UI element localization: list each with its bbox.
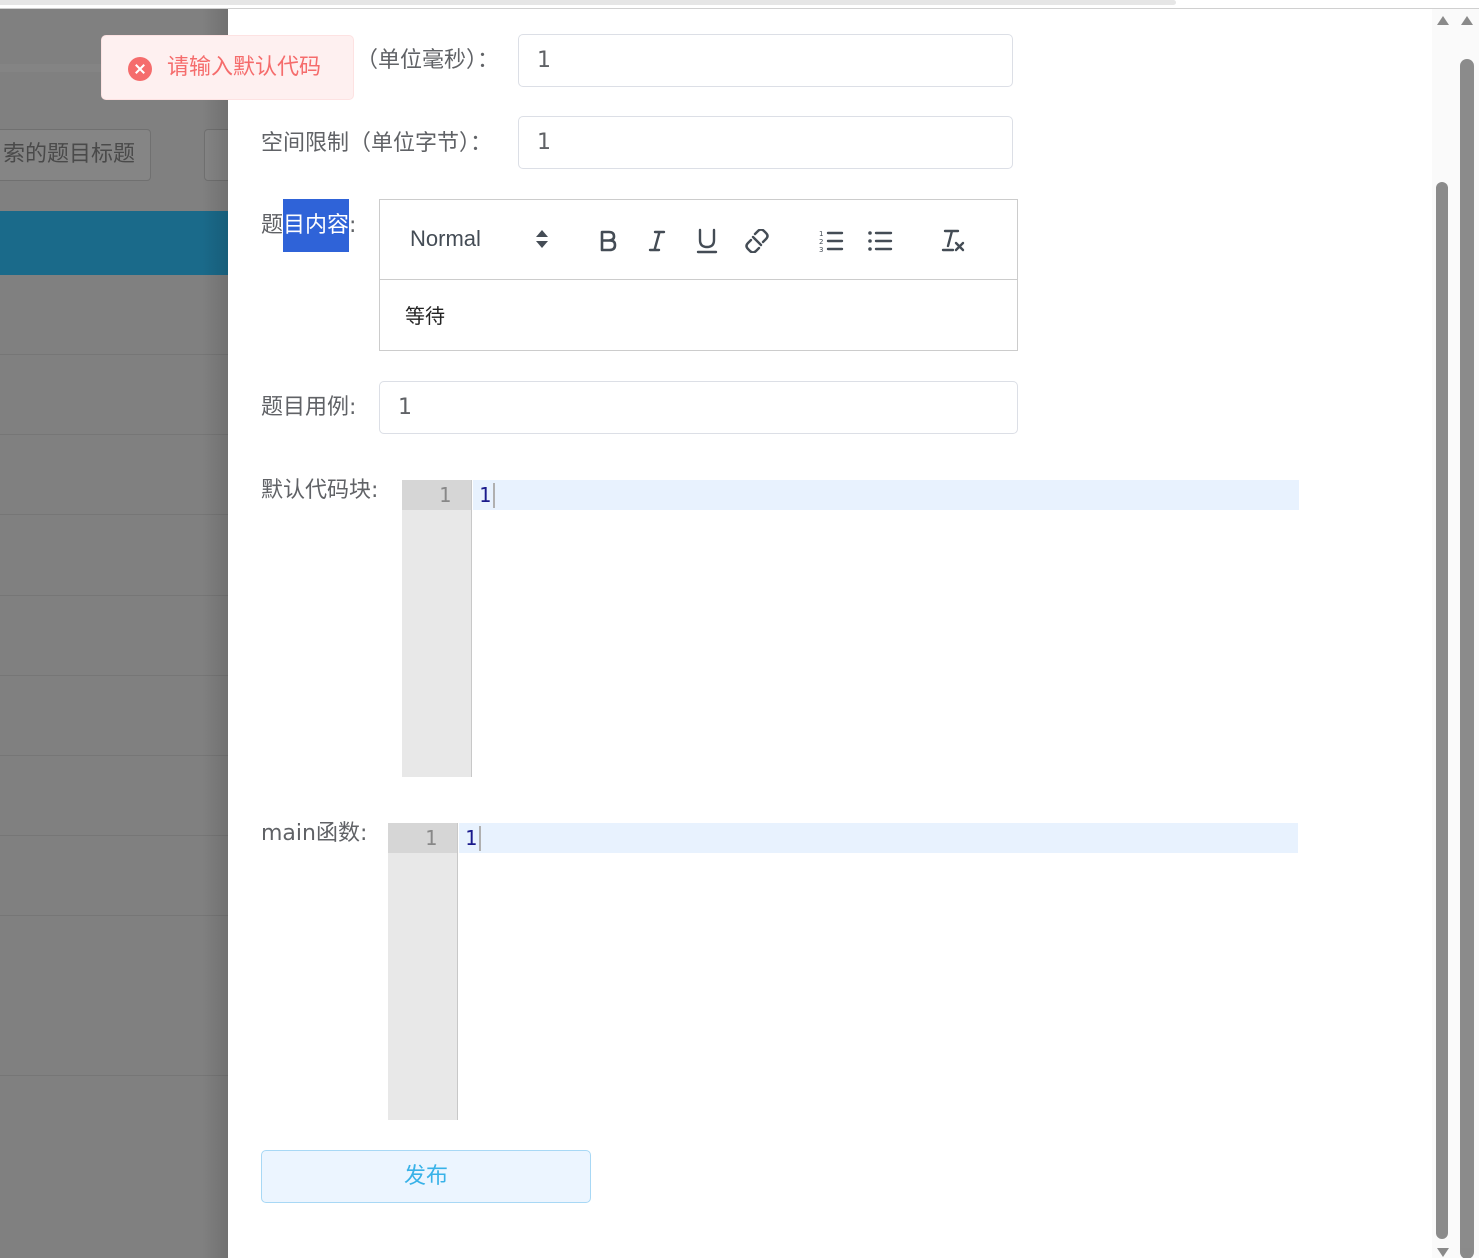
svg-text:3: 3	[819, 246, 823, 253]
main-code-editor[interactable]: 1 1	[388, 823, 1298, 1120]
content-label: 题目内容:	[261, 199, 356, 252]
example-input[interactable]: 1	[379, 381, 1018, 434]
time-limit-input[interactable]: 1	[518, 34, 1013, 87]
clear-format-icon[interactable]	[941, 228, 967, 254]
text-cursor	[493, 483, 495, 508]
scrollbar-thumb[interactable]	[1460, 59, 1474, 1258]
main-function-label: main函数:	[261, 821, 368, 846]
italic-icon[interactable]	[647, 230, 667, 252]
editor-toolbar: Normal 1 2 3	[380, 200, 1017, 280]
svg-text:1: 1	[819, 230, 823, 238]
line-number-gutter: 1	[388, 823, 458, 1120]
content-label-prefix: 题	[261, 213, 284, 238]
rich-text-editor: Normal 1 2 3 等待	[379, 199, 1018, 351]
text-cursor	[479, 826, 481, 851]
bold-icon[interactable]	[598, 230, 618, 252]
space-limit-input[interactable]: 1	[518, 116, 1013, 169]
selected-text-highlight: 目内容	[283, 199, 350, 252]
vertical-scrollbar[interactable]	[1432, 9, 1479, 1258]
background-table-row	[0, 836, 228, 916]
error-toast: 请输入默认代码	[101, 35, 354, 100]
picker-arrows-icon[interactable]	[536, 230, 548, 250]
background-table-row	[0, 435, 228, 515]
time-limit-label: （单位毫秒）：	[356, 48, 500, 73]
space-limit-label: 空间限制（单位字节）：	[261, 131, 493, 156]
line-number-gutter: 1	[402, 480, 472, 777]
background-table-row	[0, 756, 228, 836]
code-text: 1	[465, 826, 478, 850]
background-table-row	[0, 596, 228, 676]
drawer-shadow	[202, 9, 228, 1258]
scroll-up-icon[interactable]	[1461, 16, 1473, 25]
horizontal-scrollbar[interactable]	[0, 0, 1176, 5]
background-table-row	[0, 916, 228, 1076]
browser-top-strip	[0, 0, 1479, 9]
ordered-list-icon[interactable]: 1 2 3	[818, 229, 844, 253]
background-table-row	[0, 676, 228, 756]
background-table-row	[0, 275, 228, 355]
background-table-header	[0, 211, 228, 275]
error-circle-icon	[128, 57, 152, 81]
toast-message: 请输入默认代码	[167, 55, 322, 80]
publish-button[interactable]: 发布	[261, 1150, 591, 1203]
default-code-editor[interactable]: 1 1	[402, 480, 1299, 777]
line-number: 1	[402, 480, 471, 510]
background-table-row	[0, 355, 228, 435]
scrollbar-thumb[interactable]	[1436, 182, 1448, 1239]
line-number: 1	[388, 823, 457, 853]
background-search-input: 索的题目标题	[0, 129, 151, 181]
header-picker[interactable]: Normal	[410, 226, 481, 252]
scroll-down-icon[interactable]	[1437, 1248, 1449, 1257]
example-label: 题目用例:	[261, 395, 357, 420]
active-code-line[interactable]: 1	[459, 823, 1298, 853]
background-page-overlay[interactable]: 索的题目标题	[0, 9, 228, 1258]
svg-text:2: 2	[819, 238, 823, 246]
content-label-colon: :	[349, 213, 357, 238]
background-table-row	[0, 516, 228, 596]
scroll-up-icon[interactable]	[1437, 16, 1449, 25]
underline-icon[interactable]	[696, 228, 718, 254]
code-text: 1	[479, 483, 492, 507]
scroll-down-icon[interactable]	[1461, 1248, 1473, 1257]
bullet-list-icon[interactable]	[867, 229, 893, 253]
default-code-label: 默认代码块:	[261, 478, 379, 503]
active-code-line[interactable]: 1	[473, 480, 1299, 510]
link-icon[interactable]	[744, 229, 770, 253]
editor-content[interactable]: 等待	[405, 300, 445, 329]
